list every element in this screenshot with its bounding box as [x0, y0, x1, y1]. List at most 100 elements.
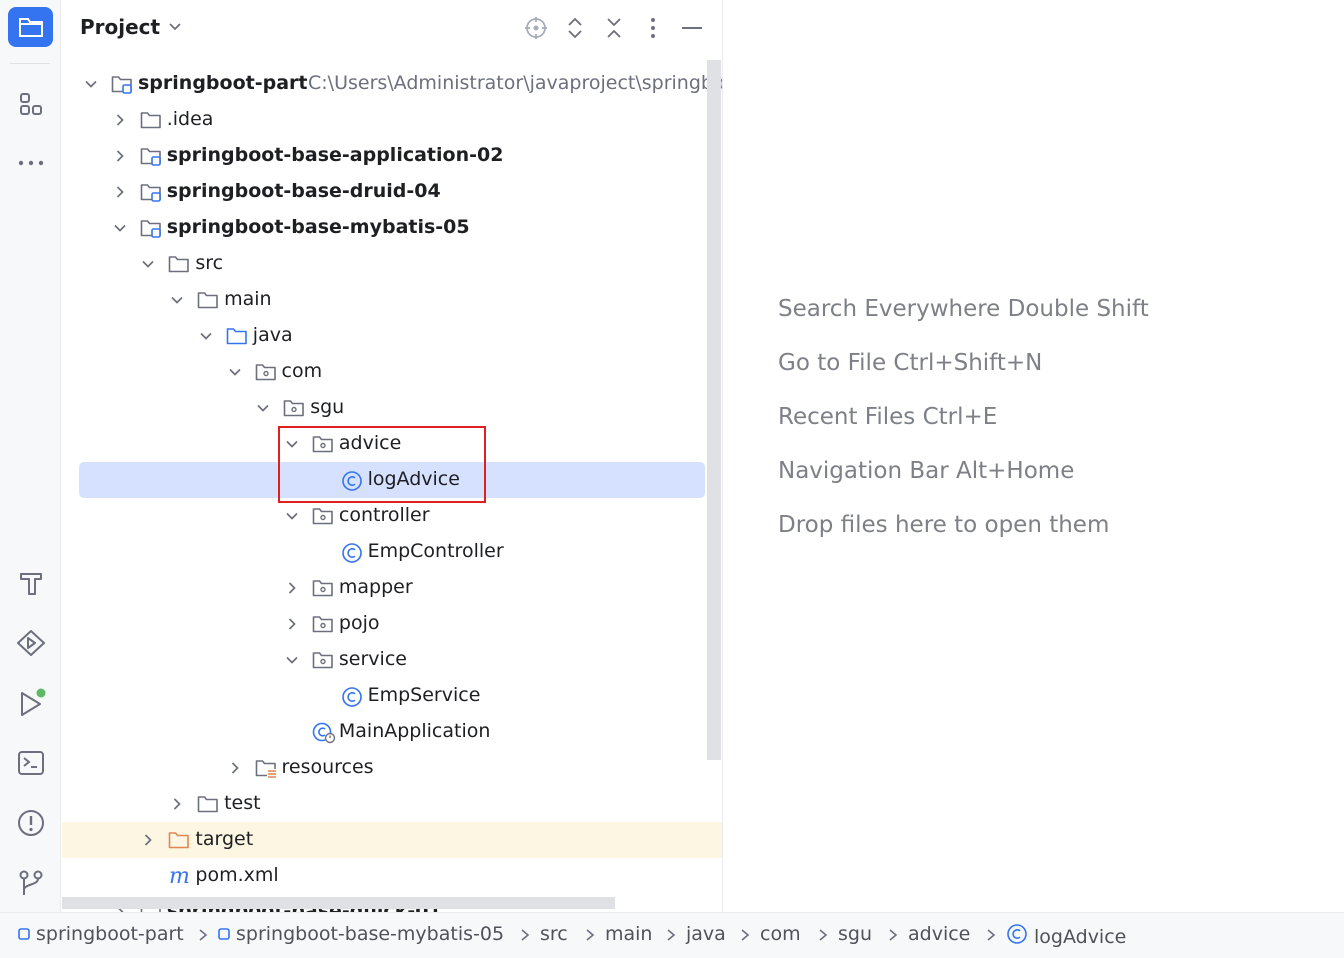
problems-tool-button[interactable] [8, 803, 53, 843]
chevron-right-icon[interactable] [168, 795, 186, 813]
structure-tool-button[interactable] [8, 84, 53, 124]
tree-row-src[interactable]: src [62, 246, 722, 282]
breadcrumb-item-main[interactable]: main [605, 923, 652, 945]
tree-item-label: main [224, 288, 272, 310]
tree-row-springboot-base-druid-04[interactable]: springboot-base-druid-04 [62, 174, 722, 210]
tree-row-test[interactable]: test [62, 786, 722, 822]
expand-all-button[interactable] [561, 14, 589, 42]
tree-row-controller[interactable]: controller [62, 498, 722, 534]
breadcrumb-item-java[interactable]: java [686, 923, 726, 945]
more-tools-button[interactable] [8, 143, 53, 183]
package-icon [312, 506, 334, 526]
tree-item-label: service [338, 648, 407, 670]
hint-go-to-file: Go to File Ctrl+Shift+N [778, 350, 1043, 376]
tree-row-java[interactable]: java [62, 318, 722, 354]
terminal-tool-button[interactable] [8, 743, 53, 783]
tree-row-empcontroller[interactable]: EmpController [62, 534, 722, 570]
tree-row-main[interactable]: main [62, 282, 722, 318]
tree-row-target[interactable]: target [62, 822, 722, 858]
tree-row-empservice[interactable]: EmpService [62, 678, 722, 714]
vertical-scrollbar[interactable] [707, 60, 721, 760]
chevron-right-icon[interactable] [111, 183, 129, 201]
breadcrumb-item-src[interactable]: src [540, 923, 568, 945]
source-folder-icon [226, 326, 248, 346]
chevron-right-icon[interactable] [283, 579, 301, 597]
tree-row-service[interactable]: service [62, 642, 722, 678]
chevron-right-icon[interactable] [111, 111, 129, 129]
tree-row-advice[interactable]: advice [62, 426, 722, 462]
services-icon [16, 630, 45, 656]
package-icon [312, 434, 334, 454]
options-button[interactable] [639, 14, 667, 42]
maven-icon: m [168, 864, 190, 889]
tree-item-label: advice [338, 432, 402, 454]
run-tool-button[interactable] [8, 683, 53, 723]
hint-navigation-bar: Navigation Bar Alt+Home [778, 458, 1075, 484]
services-tool-button[interactable] [8, 623, 53, 663]
breadcrumb-item-logadvice[interactable]: logAdvice [1006, 923, 1126, 950]
package-icon [283, 398, 305, 418]
breadcrumb-item-advice[interactable]: advice [908, 923, 970, 945]
folder-icon [197, 794, 219, 814]
chevron-right-icon[interactable] [139, 831, 157, 849]
chevron-down-icon[interactable] [283, 507, 301, 525]
excluded-folder-icon [168, 830, 190, 850]
chevron-right-icon [984, 927, 998, 943]
breadcrumb-label: main [605, 923, 653, 945]
module-icon [218, 923, 230, 945]
chevron-right-icon[interactable] [226, 759, 244, 777]
tree-item-label: java [252, 324, 293, 346]
breadcrumb-label: sgu [838, 923, 873, 945]
tree-item-label: EmpController [367, 540, 504, 562]
tree-row-springboot-part[interactable]: springboot-part C:\Users\Administrator\ja… [62, 66, 722, 102]
options-icon [651, 18, 655, 38]
package-icon [255, 362, 277, 382]
tree-row-mapper[interactable]: mapper [62, 570, 722, 606]
breadcrumb-item-springboot-base-mybatis-05[interactable]: springboot-base-mybatis-05 [218, 923, 504, 945]
chevron-down-icon[interactable] [254, 399, 272, 417]
folder-icon [18, 18, 43, 37]
breadcrumb-item-springboot-part[interactable]: springboot-part [18, 923, 184, 945]
chevron-right-icon[interactable] [283, 615, 301, 633]
breadcrumb-item-sgu[interactable]: sgu [838, 923, 872, 945]
chevron-down-icon[interactable] [168, 291, 186, 309]
tree-row-pom-xml[interactable]: m pom.xml [62, 858, 722, 894]
project-view-selector[interactable]: Project [80, 15, 182, 39]
horizontal-scrollbar[interactable] [62, 897, 615, 909]
chevron-down-icon[interactable] [283, 435, 301, 453]
tree-row-resources[interactable]: resources [62, 750, 722, 786]
build-tool-button[interactable] [8, 563, 53, 603]
chevron-down-icon[interactable] [111, 219, 129, 237]
chevron-down-icon[interactable] [82, 75, 100, 93]
tree-row-com[interactable]: com [62, 354, 722, 390]
editor-empty-area: Search Everywhere Double Shift Go to Fil… [724, 0, 1344, 912]
tree-item-label: .idea [166, 108, 214, 130]
chevron-down-icon[interactable] [197, 327, 215, 345]
tree-row-pojo[interactable]: pojo [62, 606, 722, 642]
chevron-down-icon[interactable] [226, 363, 244, 381]
tree-item-label: springboot-part [138, 72, 308, 94]
folder-icon [140, 110, 162, 130]
tree-item-label: pojo [338, 612, 380, 634]
breadcrumb-item-com[interactable]: com [760, 923, 801, 945]
tree-item-label: mapper [338, 576, 413, 598]
tree-row-mainapplication[interactable]: MainApplication [62, 714, 722, 750]
tree-row--idea[interactable]: .idea [62, 102, 722, 138]
hide-panel-button[interactable] [678, 14, 706, 42]
chevron-right-icon [518, 927, 532, 943]
tree-row-logadvice[interactable]: logAdvice [62, 462, 722, 498]
tree-row-springboot-base-mybatis-05[interactable]: springboot-base-mybatis-05 [62, 210, 722, 246]
chevron-down-icon[interactable] [283, 651, 301, 669]
tree-item-label: target [195, 828, 254, 850]
class-icon [1006, 923, 1028, 950]
terminal-icon [17, 751, 44, 775]
tree-row-sgu[interactable]: sgu [62, 390, 722, 426]
project-tool-button[interactable] [8, 7, 53, 47]
collapse-all-button[interactable] [600, 14, 628, 42]
chevron-down-icon[interactable] [139, 255, 157, 273]
tree-item-label: springboot-base-application-02 [166, 144, 504, 166]
locate-button[interactable] [522, 14, 550, 42]
git-tool-button[interactable] [8, 863, 53, 903]
chevron-right-icon[interactable] [111, 147, 129, 165]
tree-row-springboot-base-application-02[interactable]: springboot-base-application-02 [62, 138, 722, 174]
